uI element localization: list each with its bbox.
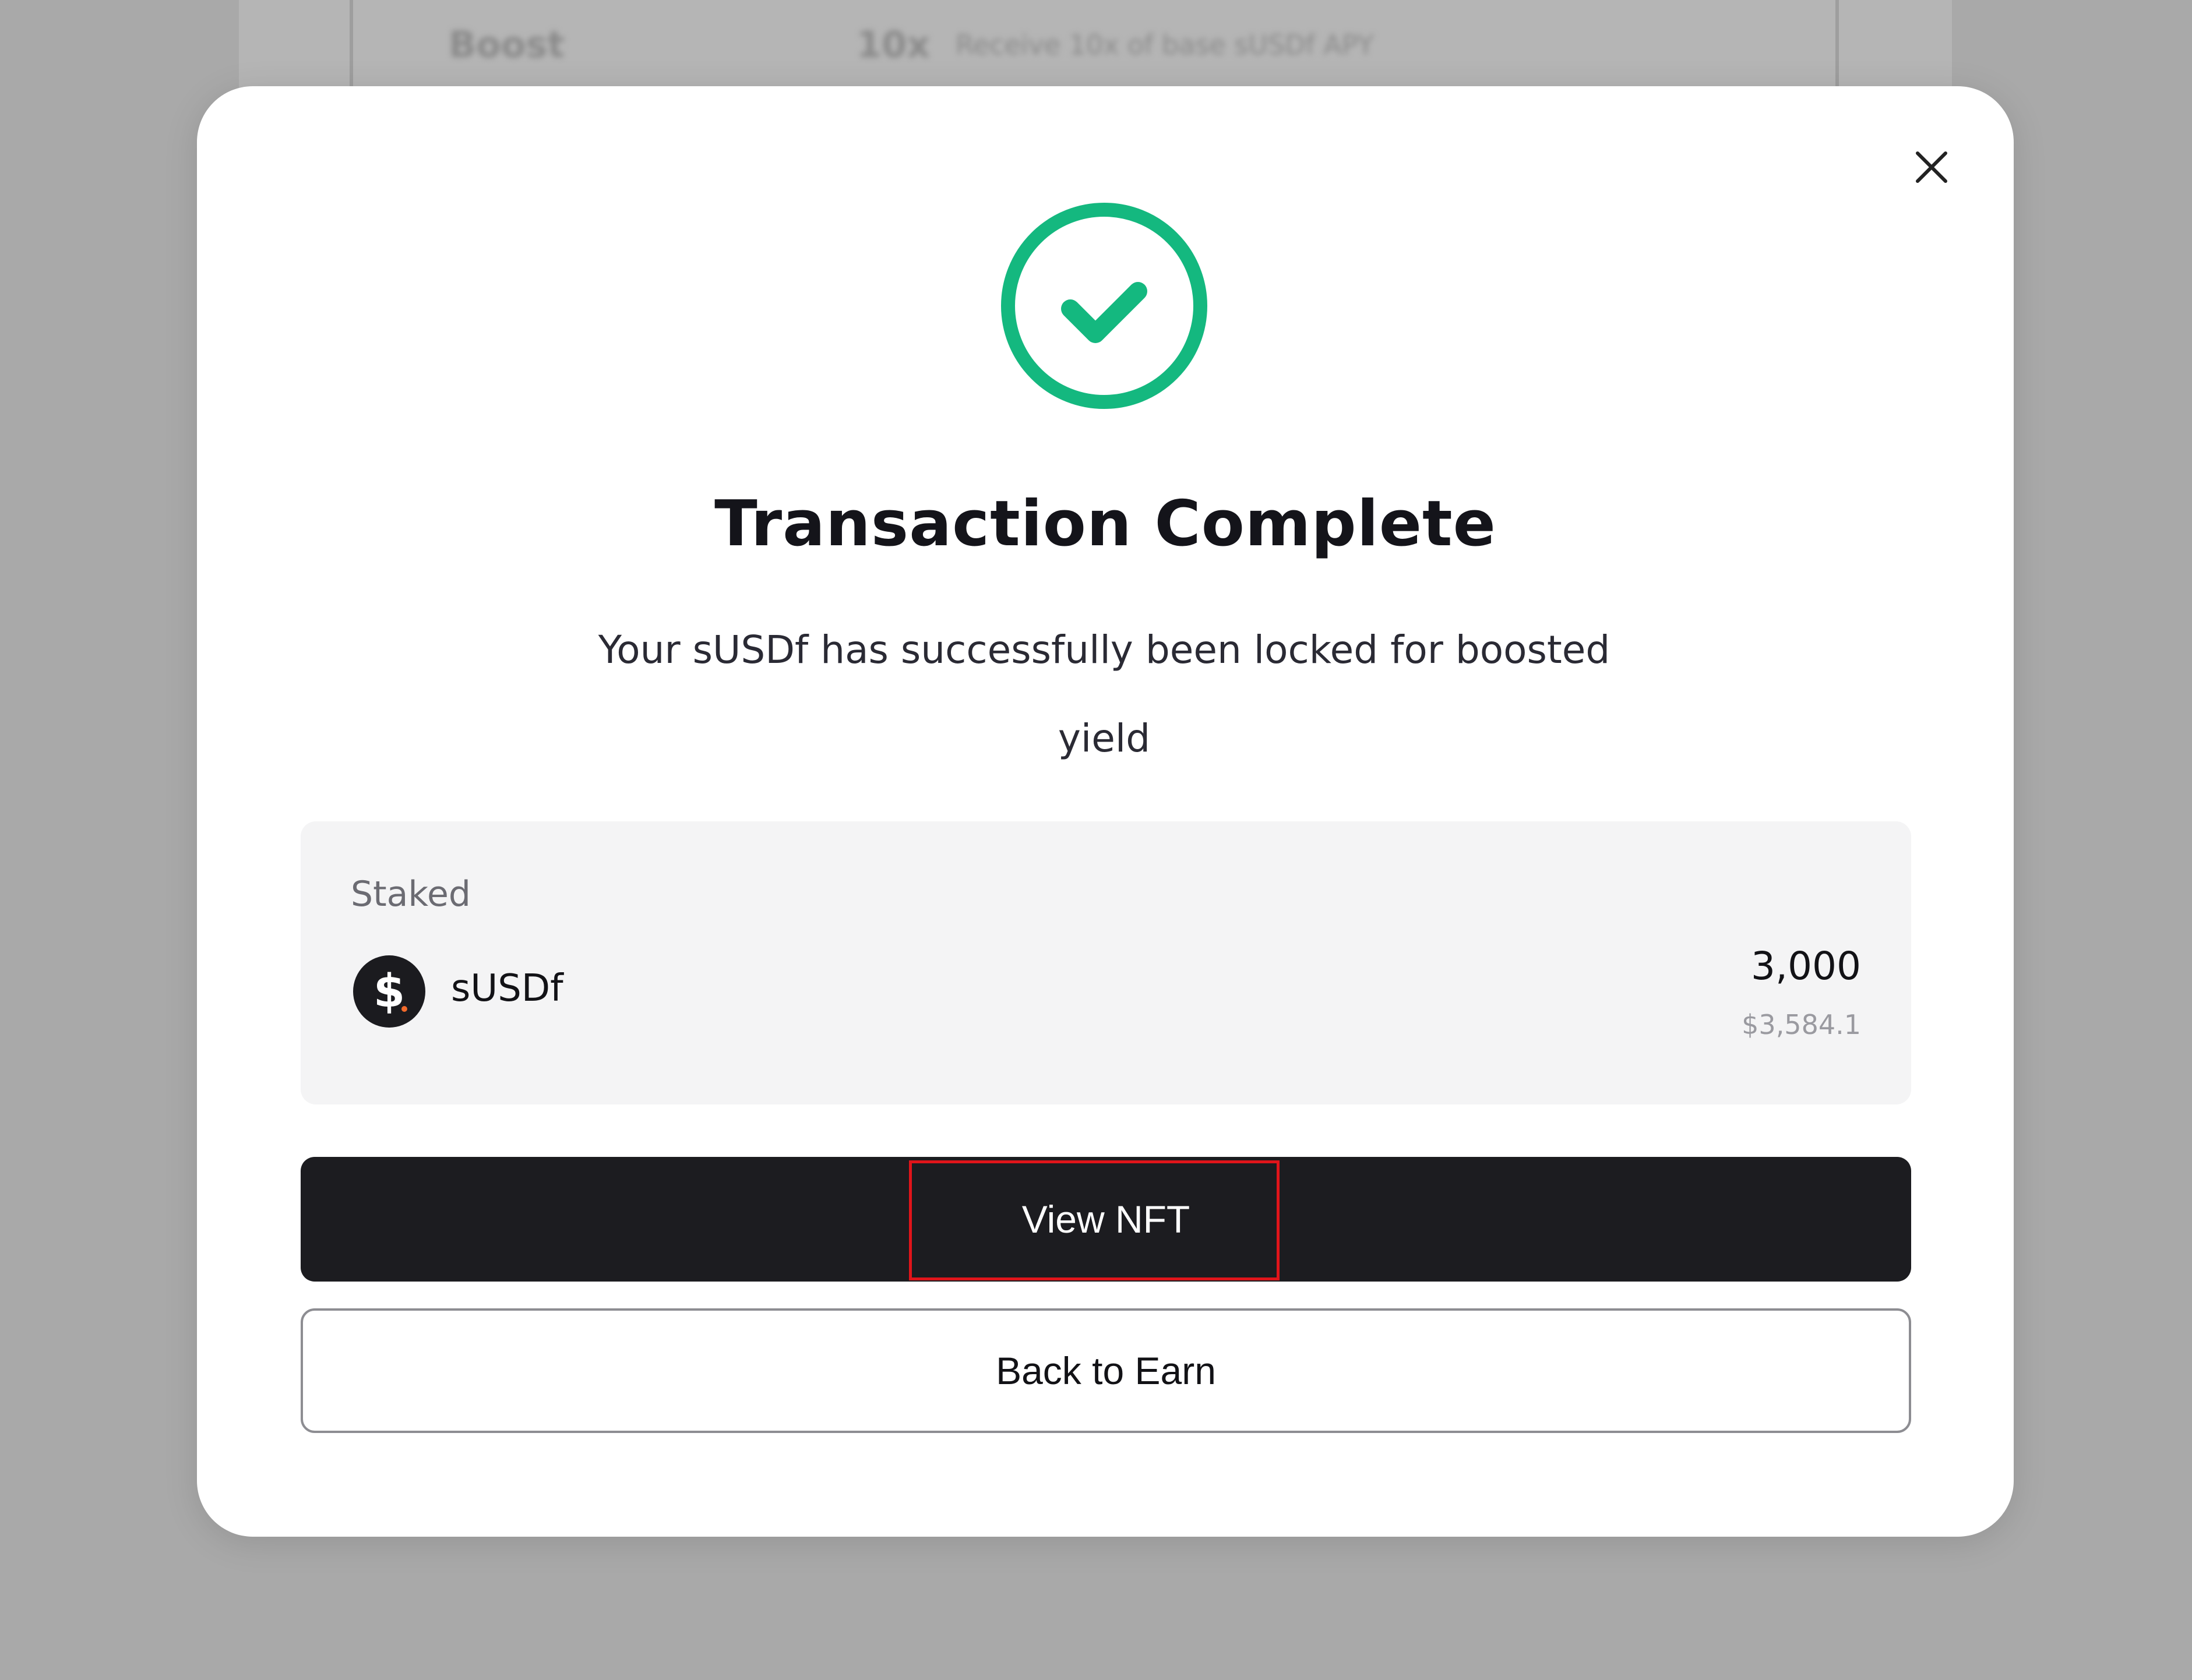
- back-to-earn-button[interactable]: Back to Earn: [301, 1308, 1911, 1433]
- background-boost-label: Boost: [449, 23, 565, 66]
- staked-amount: 3,000: [1751, 944, 1861, 989]
- staked-label: Staked: [351, 874, 471, 915]
- staked-amount-usd: $3,584.1: [1742, 1009, 1861, 1040]
- susdf-token-icon: $: [353, 955, 425, 1028]
- modal-title: Transaction Complete: [714, 488, 1496, 560]
- check-circle-icon: [1001, 203, 1207, 409]
- view-nft-button[interactable]: View NFT: [301, 1157, 1911, 1282]
- close-icon: [1916, 151, 1947, 183]
- staked-summary-card: Staked $ sUSDf 3,000 $3,584.1: [301, 821, 1911, 1104]
- modal-message: Your sUSDf has successfully been locked …: [598, 627, 1610, 761]
- back-to-earn-label: Back to Earn: [996, 1349, 1216, 1392]
- close-button[interactable]: [1905, 141, 1958, 193]
- view-nft-label: View NFT: [1021, 1198, 1190, 1241]
- background-description: Receive 10x of base sUSDf APY: [956, 29, 1374, 61]
- background-multiplier: 10x: [857, 23, 931, 66]
- svg-text:$: $: [373, 965, 405, 1018]
- token-name: sUSDf: [451, 967, 563, 1010]
